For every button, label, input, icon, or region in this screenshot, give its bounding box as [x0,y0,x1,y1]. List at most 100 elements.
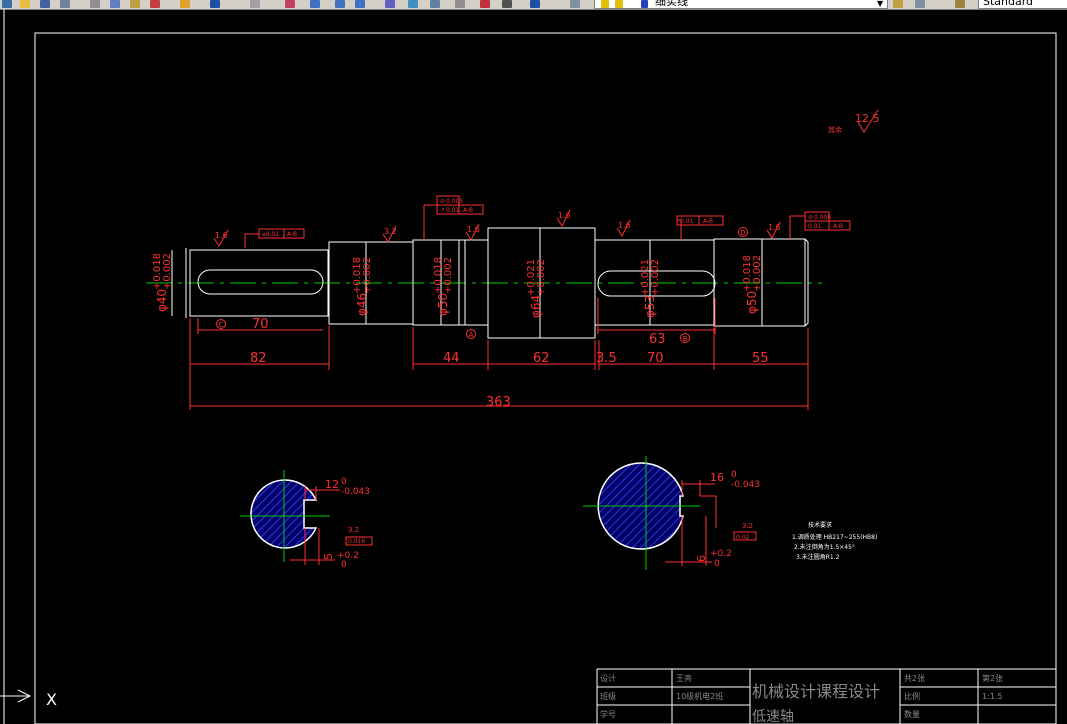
tol-frame-1-value: ⌀0.02 [262,231,279,238]
tb-scale: 1:1.5 [982,692,1003,701]
roughness-6: 1.6 [768,223,781,232]
dim-length-3: 62 [533,351,550,366]
dim-diameter-1-tol-bot: +0.002 [162,253,173,290]
dim-keyway-1-length: 70 [252,317,269,332]
section-view-1: 12 0 -0.043 5 +0.2 0 3.2 0.016 [240,470,373,570]
tol-frame-5-value: 0.005 [814,214,831,221]
dim-diameter-2-tol-bot: +0.002 [362,257,373,294]
sec1-tol-frame: 0.016 [348,538,365,545]
dim-total-length: 363 [486,395,511,410]
markup-icon[interactable] [480,0,490,8]
dim-diameter-1: φ40 [155,289,169,312]
sec2-width-tol-top: 0 [731,470,737,480]
layer-previous-icon[interactable] [915,0,925,8]
tol-frame-4-value: 0.01 [680,218,694,225]
make-current-icon[interactable] [893,0,903,8]
dim-diameter-6: φ50 [745,291,759,314]
roughness-4: 1.6 [558,211,571,220]
sec1-depth: 5 [322,553,335,560]
calculator-icon[interactable] [502,0,512,8]
dim-length-6: 55 [752,351,769,366]
match-properties-icon[interactable] [150,0,160,8]
title-block: 设计 王亮 班级 10级机电2班 学号 共2张 第2张 比例 1:1.5 数量 … [596,668,1056,724]
layer-color-icon [641,0,648,8]
datum-d: D [740,229,745,237]
tb-label-id: 学号 [600,709,616,719]
open-icon[interactable] [20,0,30,8]
sun-icon[interactable] [615,0,623,8]
save-icon[interactable] [40,0,50,8]
help-icon[interactable] [530,0,540,8]
sec1-roughness: 3.2 [348,526,359,534]
dim-keyway-2-length: 63 [649,332,666,347]
dim-length-1: 82 [250,351,267,366]
sec2-tol-frame: 0.02 [736,534,750,541]
sec1-width: 12 [325,478,339,491]
dim-length-5: 70 [647,351,664,366]
tb-label-scale: 比例 [904,691,920,701]
tb-subtitle: 低速轴 [752,709,794,724]
datum-a: A [469,331,474,339]
sec2-width-tol-bot: -0.043 [731,480,760,490]
ucs-x-label: X [46,690,57,709]
text-style-dropdown[interactable]: Standard [978,0,1067,9]
cut-icon[interactable] [90,0,100,8]
sec1-width-tol-top: 0 [341,477,347,487]
tb-class: 10级机电2班 [676,691,723,701]
sec2-depth: 6 [695,555,708,562]
dim-diameter-3-tol-bot: +0.002 [443,257,454,294]
dim-diameter-5: φ53 [643,295,657,318]
dim-diameter-5-tol-bot: +0.002 [650,259,661,296]
datum-b: B [683,335,688,343]
tol-frame-2-value: 0.005 [446,198,463,205]
tb-sheet-count: 共2张 [904,674,925,683]
technical-notes: 技术要求 1.调质处理 HB217~255(HB8) 2.未注倒角为1.5×45… [792,521,877,561]
tol-frame-5-symbol: ⊘ [808,214,813,221]
tol-frame-6-value: 0.01 [808,223,822,230]
tol-frame-4-datum: A-B [703,218,713,225]
tb-label-design: 设计 [600,673,616,683]
lightbulb-icon[interactable] [601,0,609,8]
undo-icon[interactable] [210,0,220,8]
redo-icon[interactable] [250,0,260,8]
pan-icon[interactable] [285,0,295,8]
sec1-depth-tol-bot: 0 [341,560,347,570]
dim-diameter-3: φ50 [436,293,450,316]
paste-icon[interactable] [130,0,140,8]
zoom-realtime-icon[interactable] [310,0,320,8]
tol-frame-3-datum: A-B [463,207,473,214]
brush-icon[interactable] [180,0,190,8]
drawing-frame [34,32,1057,724]
roughness-1: 1.6 [215,231,228,240]
tb-title: 机械设计课程设计 [752,682,880,701]
tool-palettes-icon[interactable] [430,0,440,8]
roughness-3: 1.6 [467,225,480,234]
text-style-icon[interactable] [955,0,965,8]
sheet-set-icon[interactable] [455,0,465,8]
zoom-previous-icon[interactable] [355,0,365,8]
tol-frame-2-symbol: ⊘ [440,198,445,205]
new-icon[interactable] [2,0,12,8]
layer-dropdown[interactable]: 细实线 ▼ [594,0,888,9]
roughness-2: 3.2 [384,227,397,236]
print-icon[interactable] [60,0,70,8]
tol-frame-1-datum: A-B [287,231,297,238]
section-view-2: 16 0 -0.043 6 +0.2 0 3.2 0.02 [583,456,760,570]
drawing-canvas[interactable]: φ40 +0.018 +0.002 φ46 +0.018 +0.002 φ50 … [0,9,1067,724]
zoom-window-icon[interactable] [335,0,345,8]
notes-title: 技术要求 [808,521,832,529]
copy-icon[interactable] [110,0,120,8]
design-center-icon[interactable] [408,0,418,8]
dim-diameter-2: φ46 [355,293,369,316]
properties-icon[interactable] [385,0,395,8]
dim-diameter-4-tol-bot: +0.002 [536,259,547,296]
dim-length-4: 3.5 [596,351,617,366]
sec1-width-tol-bot: -0.043 [341,487,370,497]
roughness-main: 12.5 [855,112,880,125]
roughness-main-label: 其余 [828,125,842,134]
layer-manager-icon[interactable] [570,0,580,8]
dim-length-2: 44 [443,351,460,366]
tb-label-qty: 数量 [904,709,920,719]
text-style-name: Standard [983,0,1034,8]
ucs-icon: X [0,689,57,709]
